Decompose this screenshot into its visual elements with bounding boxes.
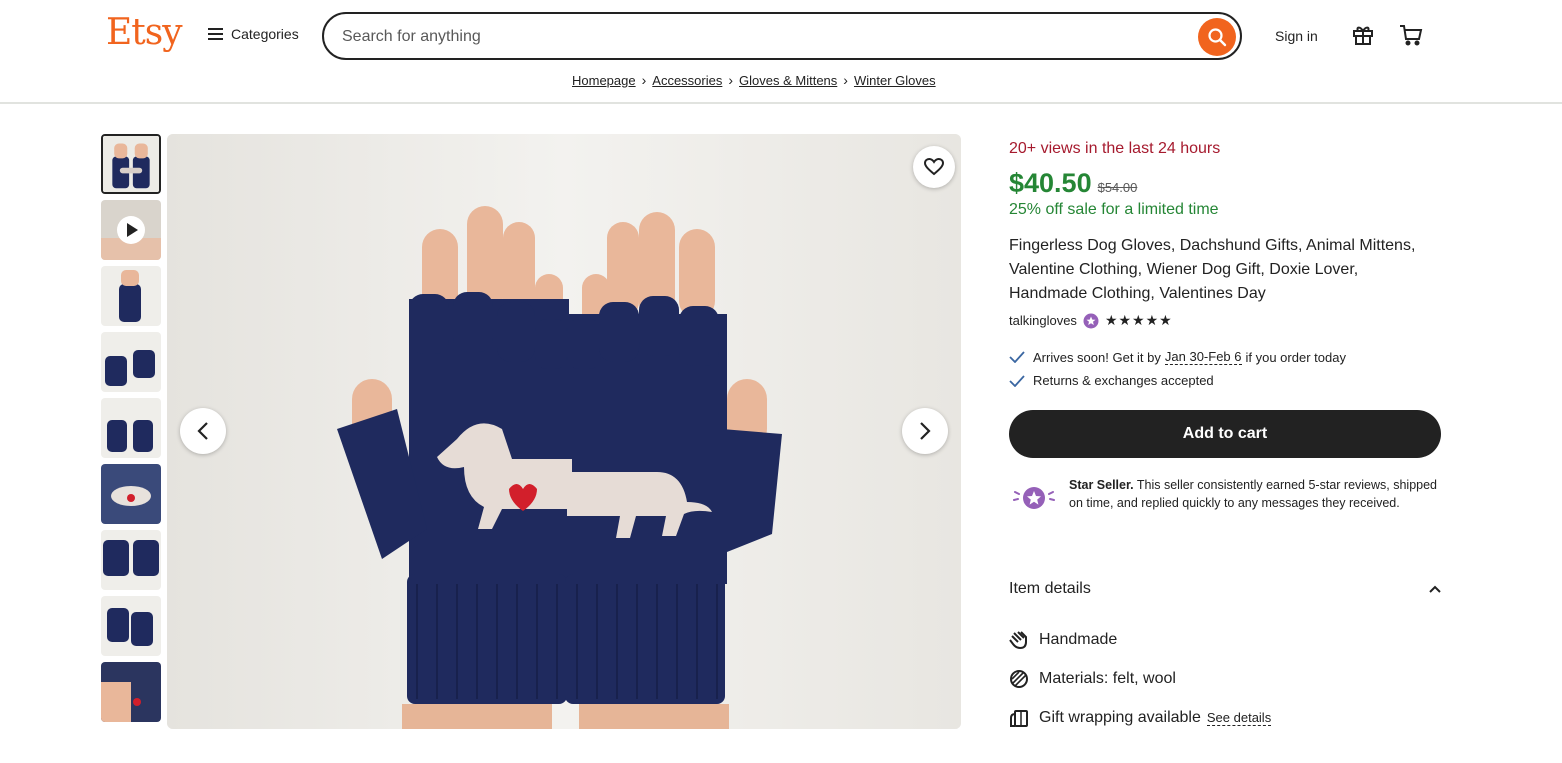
breadcrumb-winter-gloves[interactable]: Winter Gloves — [854, 73, 936, 88]
thumbnail-3[interactable] — [101, 266, 161, 326]
original-price: $54.00 — [1097, 180, 1138, 195]
handmade-row: Handmade — [1009, 630, 1117, 650]
star-seller-title: Star Seller. — [1069, 478, 1134, 492]
delivery-row: Arrives soon! Get it by Jan 30-Feb 6 if … — [1009, 349, 1346, 365]
categories-label: Categories — [231, 26, 299, 42]
breadcrumb: Homepage › Accessories › Gloves & Mitten… — [572, 72, 936, 88]
chevron-right-icon — [920, 422, 931, 440]
handmade-label: Handmade — [1039, 631, 1118, 648]
breadcrumb-homepage[interactable]: Homepage — [572, 73, 636, 88]
add-to-cart-button[interactable]: Add to cart — [1009, 410, 1441, 458]
price-row: $40.50 $54.00 — [1009, 168, 1137, 199]
gift-wrap-label: Gift wrapping available — [1039, 709, 1201, 726]
thumbnail-8[interactable] — [101, 596, 161, 656]
materials-label: Materials: felt, wool — [1039, 670, 1176, 687]
rating-stars: ★★★★★ — [1104, 312, 1173, 328]
search-bar — [322, 12, 1242, 60]
cart-icon[interactable] — [1398, 23, 1424, 47]
heart-icon — [924, 158, 944, 176]
thumbnail-5[interactable] — [101, 398, 161, 458]
listing-title: Fingerless Dog Gloves, Dachshund Gifts, … — [1009, 237, 1416, 302]
hand-icon — [1009, 631, 1027, 650]
next-image-button[interactable] — [902, 408, 948, 454]
menu-icon — [208, 28, 223, 40]
yarn-icon — [1010, 670, 1028, 688]
main-product-image[interactable] — [167, 134, 961, 729]
returns-text: Returns & exchanges accepted — [1033, 373, 1214, 388]
shop-name-link[interactable]: talkingloves — [1009, 313, 1077, 328]
thumbnail-4[interactable] — [101, 332, 161, 392]
star-seller-text: Star Seller. This seller consistently ea… — [1069, 476, 1444, 512]
thumbnail-strip — [101, 134, 162, 729]
arrives-prefix: Arrives soon! Get it by — [1033, 349, 1161, 365]
thumbnail-9[interactable] — [101, 662, 161, 722]
thumbnail-6[interactable] — [101, 464, 161, 524]
item-details-label: Item details — [1009, 580, 1091, 597]
breadcrumb-gloves-mittens[interactable]: Gloves & Mittens — [739, 73, 837, 88]
thumbnail-1[interactable] — [101, 134, 161, 194]
check-icon — [1009, 351, 1025, 363]
item-details-toggle[interactable]: Item details — [1009, 580, 1441, 598]
arrives-date[interactable]: Jan 30-Feb 6 — [1164, 349, 1242, 365]
previous-image-button[interactable] — [180, 408, 226, 454]
breadcrumb-accessories[interactable]: Accessories — [652, 73, 722, 88]
arrives-suffix: if you order today — [1245, 349, 1346, 365]
chevron-up-icon — [1429, 585, 1441, 593]
chevron-right-icon: › — [843, 72, 848, 88]
thumbnail-7[interactable] — [101, 530, 161, 590]
search-button[interactable] — [1198, 18, 1236, 56]
favorite-button[interactable] — [913, 146, 955, 188]
video-thumbnail[interactable] — [101, 200, 161, 260]
site-header: Etsy Categories Sign in Homepage › Acces… — [0, 0, 1562, 104]
sale-price: $40.50 — [1009, 168, 1092, 198]
gift-wrap-row: Gift wrapping available See details — [1009, 708, 1272, 728]
categories-button[interactable]: Categories — [208, 26, 299, 42]
search-icon — [1208, 28, 1227, 47]
shop-row: talkingloves ★★★★★ — [1009, 312, 1173, 329]
star-seller-icon — [1013, 487, 1055, 509]
sale-notice: 25% off sale for a limited time — [1009, 201, 1219, 218]
chevron-left-icon — [197, 422, 208, 440]
check-icon — [1009, 374, 1025, 387]
chevron-right-icon: › — [641, 72, 647, 88]
views-notice: 20+ views in the last 24 hours — [1009, 140, 1221, 157]
etsy-logo[interactable]: Etsy — [106, 12, 183, 53]
gift-wrap-icon — [1010, 710, 1028, 727]
see-details-link[interactable]: See details — [1206, 710, 1272, 726]
returns-row: Returns & exchanges accepted — [1009, 373, 1214, 388]
chevron-right-icon: › — [728, 72, 734, 88]
gift-icon[interactable] — [1351, 23, 1375, 47]
search-input[interactable] — [342, 25, 1182, 49]
sign-in-link[interactable]: Sign in — [1275, 28, 1318, 44]
star-seller-badge-icon — [1083, 313, 1099, 328]
materials-row: Materials: felt, wool — [1009, 669, 1176, 689]
